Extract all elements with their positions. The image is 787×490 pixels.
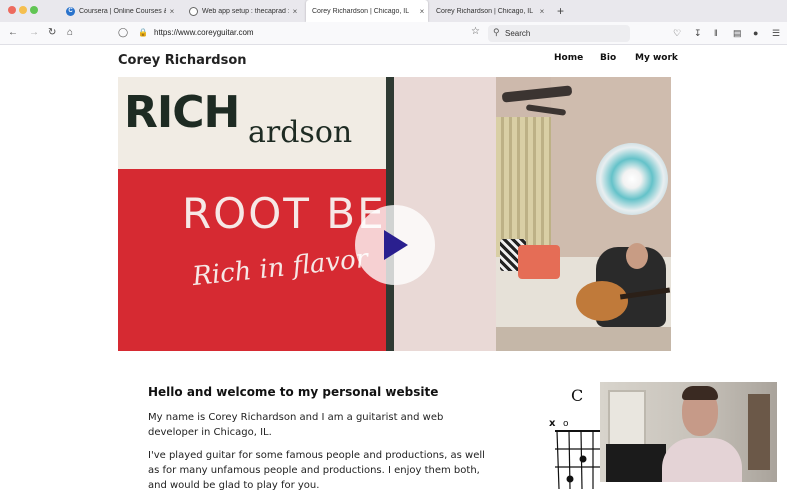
tab-title: Coursera | Online Courses & Cre bbox=[79, 7, 166, 15]
nav-link-bio[interactable]: Bio bbox=[600, 53, 616, 63]
guitarist-head bbox=[626, 243, 648, 269]
tab-close-icon[interactable]: × bbox=[416, 7, 428, 16]
tab-corey-2[interactable]: Corey Richardson | Chicago, IL × bbox=[430, 0, 548, 22]
reddit-favicon-icon: r bbox=[189, 6, 198, 16]
tab-coursera[interactable]: C Coursera | Online Courses & Cre × bbox=[60, 0, 178, 22]
webcam-piano bbox=[606, 444, 666, 482]
account-icon[interactable]: ● bbox=[753, 27, 758, 39]
sign-rich-text: RICH bbox=[124, 87, 240, 138]
webcam-overlay[interactable] bbox=[600, 382, 777, 482]
webcam-shelf bbox=[748, 394, 770, 470]
url-bar[interactable]: ◯ 🔒 https://www.coreyguitar.com ☆ bbox=[118, 25, 484, 42]
close-window-button[interactable] bbox=[8, 6, 16, 14]
tab-strip: C Coursera | Online Courses & Cre × r We… bbox=[0, 0, 787, 22]
minimize-window-button[interactable] bbox=[19, 6, 27, 14]
red-pillow bbox=[518, 245, 560, 279]
guitar bbox=[576, 281, 628, 321]
back-arrow-icon[interactable]: ← bbox=[8, 27, 18, 39]
tab-close-icon[interactable]: × bbox=[289, 7, 301, 16]
search-icon: ⚲ bbox=[493, 27, 500, 37]
tab-reddit[interactable]: r Web app setup : thecaprad : Py × bbox=[183, 0, 301, 22]
sign-ardson-text: ardson bbox=[248, 115, 353, 150]
webcam-presenter-body bbox=[662, 438, 742, 482]
forward-arrow-icon[interactable]: → bbox=[29, 27, 39, 39]
downloads-icon[interactable]: ↧ bbox=[694, 27, 702, 39]
svg-text:o: o bbox=[563, 419, 569, 429]
search-input[interactable]: ⚲ Search bbox=[488, 25, 630, 42]
search-placeholder: Search bbox=[505, 29, 531, 38]
tab-title: Corey Richardson | Chicago, IL bbox=[312, 7, 410, 15]
site-title[interactable]: Corey Richardson bbox=[118, 53, 247, 68]
tab-close-icon[interactable]: × bbox=[166, 7, 178, 16]
experience-paragraph: I've played guitar for some famous peopl… bbox=[148, 450, 485, 490]
browser-window: C Coursera | Online Courses & Cre × r We… bbox=[0, 0, 787, 490]
sidebar-icon[interactable]: ▤ bbox=[733, 27, 742, 39]
hero-video[interactable]: RICH ardson ROOT BEER Rich in flavor bbox=[118, 77, 671, 351]
webcam-presenter-hair bbox=[682, 386, 718, 400]
nav-toolbar: ← → ↻ ⌂ ◯ 🔒 https://www.coreyguitar.com … bbox=[0, 22, 787, 45]
video-frame-sign: RICH ardson ROOT BEER Rich in flavor bbox=[118, 77, 496, 351]
bookmark-star-icon[interactable]: ☆ bbox=[471, 26, 480, 37]
lock-icon[interactable]: 🔒 bbox=[138, 28, 148, 37]
floor bbox=[496, 327, 671, 351]
tab-title: Web app setup : thecaprad : Py bbox=[202, 7, 289, 15]
svg-text:C: C bbox=[571, 386, 583, 405]
web-page: Corey Richardson Home Bio My work RICH a… bbox=[0, 45, 787, 490]
menu-icon[interactable]: ☰ bbox=[772, 27, 780, 39]
pocket-icon[interactable]: ♡ bbox=[673, 27, 681, 39]
play-icon[interactable] bbox=[384, 230, 408, 260]
welcome-heading: Hello and welcome to my personal website bbox=[148, 385, 439, 399]
coursera-favicon-icon: C bbox=[66, 6, 75, 16]
zoom-window-button[interactable] bbox=[30, 6, 38, 14]
intro-paragraph: My name is Corey Richardson and I am a g… bbox=[148, 412, 444, 438]
new-tab-button[interactable]: + bbox=[557, 4, 564, 18]
reload-icon[interactable]: ↻ bbox=[48, 27, 56, 39]
home-icon[interactable]: ⌂ bbox=[67, 27, 73, 39]
tab-close-icon[interactable]: × bbox=[536, 7, 548, 16]
library-icon[interactable]: ‖ bbox=[714, 27, 718, 39]
nav-link-my-work[interactable]: My work bbox=[635, 53, 678, 63]
tab-active[interactable]: Corey Richardson | Chicago, IL × bbox=[306, 0, 428, 22]
url-text[interactable]: https://www.coreyguitar.com bbox=[154, 28, 254, 37]
wall-art bbox=[596, 143, 668, 215]
video-frame-room bbox=[496, 77, 671, 351]
nav-link-home[interactable]: Home bbox=[554, 53, 583, 63]
guitar-chord-sketch: C x o bbox=[549, 386, 603, 490]
tab-title: Corey Richardson | Chicago, IL bbox=[436, 7, 534, 15]
shield-icon[interactable]: ◯ bbox=[118, 27, 128, 38]
svg-text:x: x bbox=[549, 418, 556, 429]
